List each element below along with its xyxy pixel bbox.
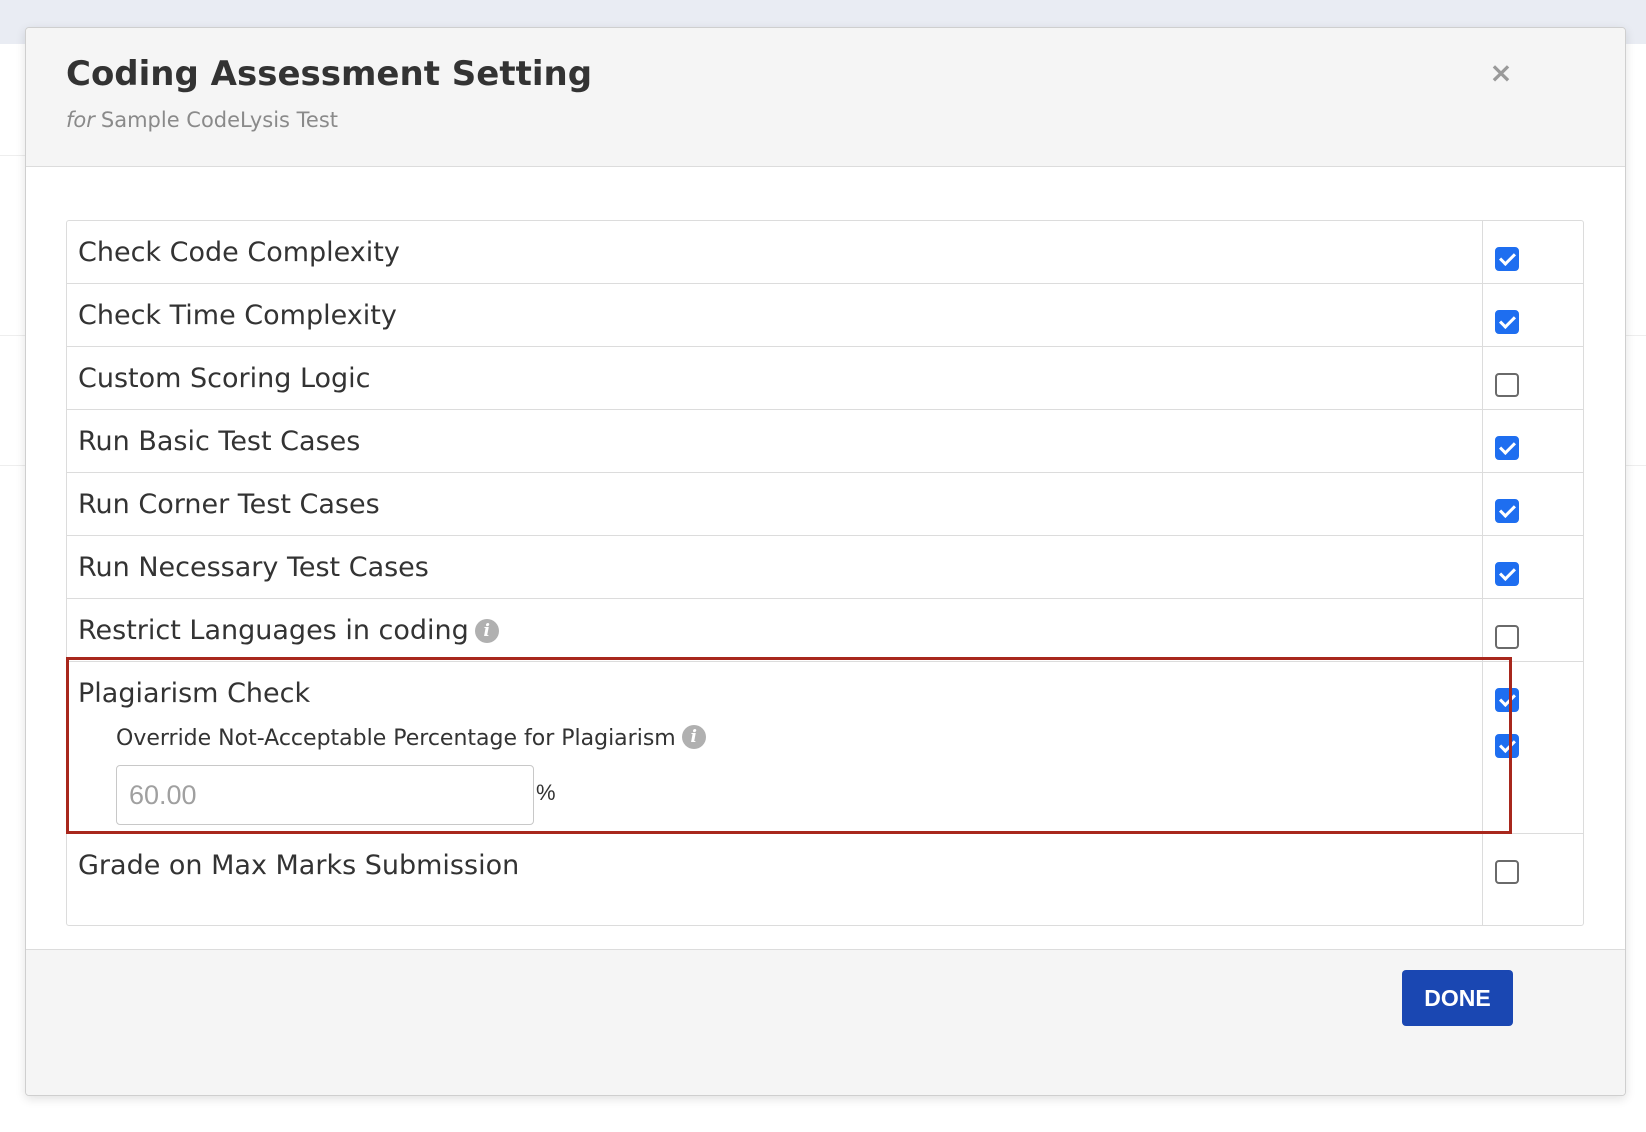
run-basic-test-cases-checkbox[interactable] [1495,436,1519,460]
setting-label: Check Code Complexity [78,237,400,268]
modal-footer: DONE [26,949,1625,1095]
setting-label: Plagiarism Check [78,678,311,709]
subtitle-prefix: for [66,108,95,132]
setting-row-custom-scoring-logic: Custom Scoring Logic [67,347,1583,410]
test-name: Sample CodeLysis Test [100,108,338,132]
check-time-complexity-checkbox[interactable] [1495,310,1519,334]
background-divider [0,465,26,466]
run-necessary-test-cases-checkbox[interactable] [1495,562,1519,586]
setting-label: Grade on Max Marks Submission [78,850,520,881]
percent-unit: % [536,780,556,805]
run-corner-test-cases-checkbox[interactable] [1495,499,1519,523]
background-divider [0,155,26,156]
custom-scoring-logic-checkbox[interactable] [1495,373,1519,397]
plagiarism-percentage-input[interactable] [116,765,534,825]
override-percentage-checkbox[interactable] [1495,734,1519,758]
override-percentage-label: Override Not-Acceptable Percentage for P… [116,726,676,751]
setting-label: Run Basic Test Cases [78,426,361,457]
check-code-complexity-checkbox[interactable] [1495,247,1519,271]
setting-label: Custom Scoring Logic [78,363,371,394]
coding-assessment-setting-modal: Coding Assessment Setting for Sample Code… [25,27,1626,1096]
setting-label: Run Corner Test Cases [78,489,380,520]
modal-header: Coding Assessment Setting for Sample Code… [26,28,1625,167]
settings-table: Check Code Complexity Check Time Complex… [66,220,1584,926]
modal-title: Coding Assessment Setting [66,54,593,94]
background-divider [1626,465,1646,466]
plagiarism-check-checkbox[interactable] [1495,688,1519,712]
grade-on-max-marks-checkbox[interactable] [1495,860,1519,884]
info-icon[interactable]: i [681,725,706,749]
info-icon[interactable]: i [474,619,499,643]
setting-row-run-necessary-test-cases: Run Necessary Test Cases [67,536,1583,599]
setting-row-grade-on-max-marks: Grade on Max Marks Submission [67,834,1583,927]
setting-row-run-corner-test-cases: Run Corner Test Cases [67,473,1583,536]
setting-label-wrap: Restrict Languages in coding i [78,615,499,646]
setting-label: Run Necessary Test Cases [78,552,429,583]
background-divider [1626,335,1646,336]
setting-row-restrict-languages: Restrict Languages in coding i [67,599,1583,662]
close-icon[interactable]: × [1486,56,1516,90]
setting-row-plagiarism-check: Plagiarism Check Override Not-Acceptable… [67,662,1583,834]
setting-label: Restrict Languages in coding [78,615,469,646]
background-divider [0,335,26,336]
override-label-wrap: Override Not-Acceptable Percentage for P… [116,725,706,751]
setting-row-check-code-complexity: Check Code Complexity [67,221,1583,284]
done-button[interactable]: DONE [1402,970,1513,1026]
setting-label: Check Time Complexity [78,300,397,331]
setting-row-check-time-complexity: Check Time Complexity [67,284,1583,347]
restrict-languages-checkbox[interactable] [1495,625,1519,649]
setting-row-run-basic-test-cases: Run Basic Test Cases [67,410,1583,473]
modal-subtitle: for Sample CodeLysis Test [66,108,338,132]
